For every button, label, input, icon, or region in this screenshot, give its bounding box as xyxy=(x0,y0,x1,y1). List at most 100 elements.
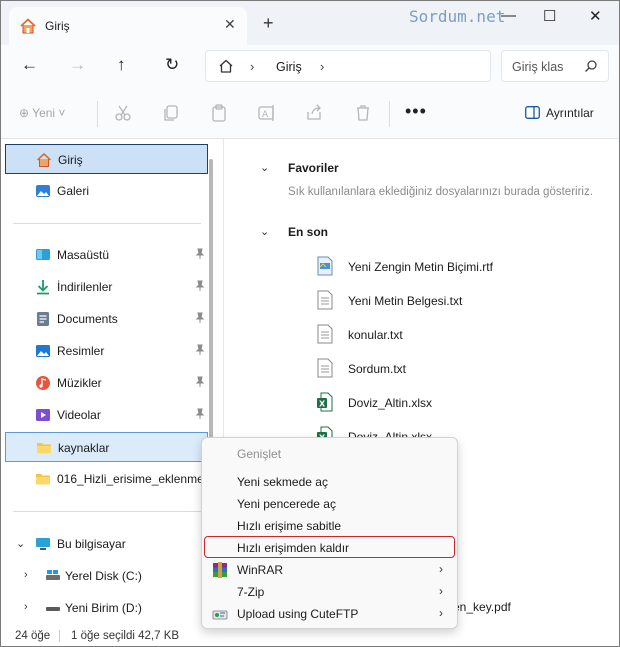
delete-icon[interactable] xyxy=(353,103,373,123)
home-icon xyxy=(20,18,36,34)
sidebar-item-label: Yeni Birim (D:) xyxy=(65,601,142,615)
more-options-button[interactable]: ••• xyxy=(405,101,427,122)
rtf-file-icon xyxy=(317,256,333,276)
sidebar-item-yeni-birim-d[interactable]: › Yeni Birim (D:) xyxy=(5,593,208,623)
file-name: konular.txt xyxy=(348,328,403,342)
chevron-down-icon[interactable]: ⌄ xyxy=(16,537,25,550)
pin-icon[interactable] xyxy=(194,344,206,356)
menu-item-winrar[interactable]: WinRAR › xyxy=(206,559,455,581)
back-button[interactable]: ← xyxy=(21,55,38,75)
home-icon[interactable] xyxy=(218,58,234,74)
pin-icon[interactable] xyxy=(194,312,206,324)
list-item[interactable]: X Doviz_Altin.xlsx xyxy=(314,388,614,416)
documents-icon xyxy=(37,312,49,326)
pin-icon[interactable] xyxy=(194,248,206,260)
sidebar-item-label: Masaüstü xyxy=(57,248,110,262)
menu-item-yeni-sekmede-ac[interactable]: Yeni sekmede aç xyxy=(206,471,455,493)
close-button[interactable]: ✕ xyxy=(589,7,602,25)
sidebar-item-bu-bilgisayar[interactable]: ⌄ Bu bilgisayar xyxy=(5,529,208,559)
tab-title: Giriş xyxy=(45,19,70,33)
favorites-header[interactable]: Favoriler xyxy=(288,161,339,175)
breadcrumb-separator[interactable]: › xyxy=(250,59,254,74)
breadcrumb-separator[interactable]: › xyxy=(320,59,324,74)
sidebar-item-yerel-disk-c[interactable]: › Yerel Disk (C:) xyxy=(5,561,208,591)
sidebar-item-documents[interactable]: Documents xyxy=(5,304,208,334)
sidebar-item-label: Videolar xyxy=(57,408,101,422)
navigation-bar: ← → ↑ ↻ › Giriş › Giriş klas xyxy=(1,45,619,87)
sidebar-item-label: kaynaklar xyxy=(58,441,110,455)
sidebar-item-label: Galeri xyxy=(57,184,90,198)
sidebar-item-kaynaklar[interactable]: kaynaklar xyxy=(5,432,208,462)
folder-icon xyxy=(36,474,50,485)
copy-icon[interactable] xyxy=(161,103,181,123)
sidebar-item-resimler[interactable]: Resimler xyxy=(5,336,208,366)
refresh-button[interactable]: ↻ xyxy=(165,55,179,75)
recent-header[interactable]: En son xyxy=(288,225,328,239)
sidebar-item-016-hizli-erisime[interactable]: 016_Hizli_erisime_eklenmesi xyxy=(5,464,208,494)
chevron-right-icon[interactable]: › xyxy=(24,601,28,613)
file-name: Sordum.txt xyxy=(348,362,407,376)
search-box[interactable]: Giriş klas xyxy=(501,50,609,82)
new-tab-button[interactable]: + xyxy=(263,14,274,32)
menu-item-label: 7-Zip xyxy=(237,585,265,599)
file-name: Yeni Metin Belgesi.txt xyxy=(348,294,463,308)
breadcrumb-giris[interactable]: Giriş xyxy=(276,60,302,74)
tab-home[interactable]: Giriş ✕ xyxy=(9,7,247,45)
address-bar[interactable]: › Giriş › xyxy=(205,50,491,82)
new-button[interactable]: ⊕ Yeni ˅ xyxy=(19,106,65,120)
menu-item-cuteftp[interactable]: Upload using CuteFTP › xyxy=(206,603,455,625)
submenu-arrow-icon: › xyxy=(439,606,443,620)
sidebar-item-galeri[interactable]: Galeri xyxy=(5,176,208,206)
sidebar-item-giris[interactable]: Giriş xyxy=(5,144,208,174)
menu-item-yeni-pencerede-ac[interactable]: Yeni pencerede aç xyxy=(206,493,455,515)
sidebar-item-label: Giriş xyxy=(58,153,83,167)
cut-icon[interactable] xyxy=(113,103,133,123)
home-icon xyxy=(36,153,52,167)
txt-file-icon xyxy=(317,290,333,310)
new-button-label: Yeni xyxy=(32,106,56,120)
sidebar-item-videolar[interactable]: Videolar xyxy=(5,400,208,430)
forward-button[interactable]: → xyxy=(69,55,86,75)
paste-icon[interactable] xyxy=(209,103,229,123)
menu-item-genislet[interactable]: Genişlet xyxy=(206,443,455,465)
submenu-arrow-icon: › xyxy=(439,584,443,598)
minimize-button[interactable]: — xyxy=(501,7,516,24)
computer-icon xyxy=(36,538,50,550)
favorites-hint: Sık kullanılanlara eklediğiniz dosyaları… xyxy=(288,186,593,198)
chevron-right-icon[interactable]: › xyxy=(24,569,28,581)
menu-item-7zip[interactable]: 7-Zip › xyxy=(206,581,455,603)
search-placeholder: Giriş klas xyxy=(512,60,564,74)
maximize-button[interactable]: ☐ xyxy=(543,7,556,25)
share-icon[interactable] xyxy=(305,103,325,123)
menu-item-label: Yeni pencerede aç xyxy=(237,497,336,511)
chevron-down-icon[interactable]: ⌄ xyxy=(260,225,269,238)
sidebar-item-masaustu[interactable]: Masaüstü xyxy=(5,240,208,270)
list-item[interactable]: konular.txt xyxy=(314,320,614,348)
list-item[interactable]: Yeni Zengin Metin Biçimi.rtf xyxy=(314,252,614,280)
toolbar-divider xyxy=(389,101,390,127)
chevron-down-icon[interactable]: ⌄ xyxy=(260,161,269,174)
explorer-window: Giriş ✕ + Sordum.net — ☐ ✕ ← → ↑ ↻ › Gir… xyxy=(0,0,620,647)
pin-icon[interactable] xyxy=(194,408,206,420)
folder-icon xyxy=(37,443,51,454)
sidebar-item-muzikler[interactable]: Müzikler xyxy=(5,368,208,398)
list-item[interactable]: Sordum.txt xyxy=(314,354,614,382)
close-tab-icon[interactable]: ✕ xyxy=(224,16,236,33)
list-item[interactable]: Yeni Metin Belgesi.txt xyxy=(314,286,614,314)
download-icon xyxy=(37,280,49,295)
sidebar-item-indirilenler[interactable]: İndirilenler xyxy=(5,272,208,302)
excel-file-icon: X xyxy=(317,392,333,412)
search-icon[interactable] xyxy=(584,59,598,73)
menu-item-hizli-erisime-sabitle[interactable]: Hızlı erişime sabitle xyxy=(206,515,455,537)
toolbar-divider xyxy=(97,101,98,127)
pin-icon[interactable] xyxy=(194,280,206,292)
watermark-text: Sordum.net xyxy=(409,7,506,26)
file-name: Doviz_Altin.xlsx xyxy=(348,396,433,410)
gallery-icon xyxy=(36,185,50,197)
pin-icon[interactable] xyxy=(194,376,206,388)
details-label: Ayrıntılar xyxy=(546,106,594,120)
winrar-icon xyxy=(213,562,227,578)
rename-icon[interactable]: A xyxy=(257,103,277,123)
up-button[interactable]: ↑ xyxy=(117,55,126,75)
details-button[interactable]: Ayrıntılar xyxy=(525,106,594,120)
